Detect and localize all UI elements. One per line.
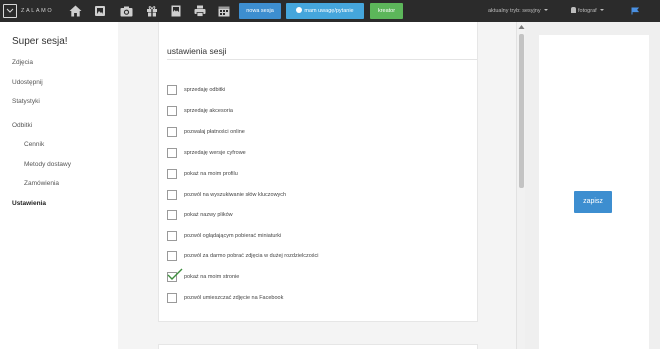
- option-label: sprzedaję odbitki: [184, 87, 226, 93]
- sidebar-item-photos[interactable]: Zdjęcia: [12, 59, 33, 66]
- caret-down-icon: [600, 9, 605, 11]
- option-label: pozwól za darmo pobrać zdjęcia w dużej r…: [184, 253, 319, 259]
- logo[interactable]: ZALAMO: [3, 4, 53, 18]
- calendar-icon[interactable]: [216, 3, 232, 19]
- logo-mark-icon: [3, 4, 17, 18]
- scrollbar[interactable]: [516, 22, 525, 349]
- checkbox[interactable]: [167, 210, 177, 220]
- option-label: pozwól oglądającym pobierać miniaturki: [184, 233, 282, 239]
- sidebar-item-statistics[interactable]: Statystyki: [12, 98, 40, 105]
- photos-icon[interactable]: [92, 3, 108, 19]
- save-button[interactable]: zapisz: [574, 191, 612, 213]
- option-sell-digital[interactable]: sprzedaję wersje cyfrowe: [167, 147, 246, 159]
- scroll-up-icon: [518, 25, 525, 29]
- checkbox[interactable]: [167, 231, 177, 241]
- sidebar: Super sesja! Zdjęcia Udostępnij Statysty…: [0, 22, 118, 349]
- divider: [167, 59, 477, 60]
- sidebar-item-orders[interactable]: Zamówienia: [24, 180, 59, 187]
- next-card: [158, 344, 478, 349]
- option-label: pokaż nazwy plików: [184, 212, 233, 218]
- checkbox[interactable]: [167, 190, 177, 200]
- option-sell-prints[interactable]: sprzedaję odbitki: [167, 84, 225, 96]
- checkbox[interactable]: [167, 106, 177, 116]
- sidebar-item-pricing[interactable]: Cennik: [24, 141, 44, 148]
- creator-button[interactable]: kreator: [370, 3, 403, 19]
- sidebar-item-share[interactable]: Udostępnij: [12, 79, 43, 86]
- guide-button[interactable]: mam uwagę/pytanie: [286, 3, 364, 19]
- guide-label: mam uwagę/pytanie: [304, 8, 354, 14]
- checkbox[interactable]: [167, 251, 177, 261]
- home-icon[interactable]: [67, 3, 83, 19]
- option-label: pozwól na wyszukiwanie słów kluczowych: [184, 192, 287, 198]
- printer-icon[interactable]: [192, 3, 208, 19]
- caret-down-icon: [544, 9, 549, 11]
- sidebar-item-prints[interactable]: Odbitki: [12, 122, 32, 129]
- checkbox-checked[interactable]: [167, 268, 183, 282]
- user-menu[interactable]: fotograf: [571, 0, 605, 22]
- option-label: pozwól umieszczać zdjęcie na Facebook: [184, 295, 284, 301]
- view-mode-dropdown[interactable]: aktualny tryb: sesyjny: [488, 0, 549, 22]
- option-facebook[interactable]: pozwól umieszczać zdjęcie na Facebook: [167, 292, 283, 304]
- option-keyword-search[interactable]: pozwól na wyszukiwanie słów kluczowych: [167, 189, 286, 201]
- checkbox[interactable]: [167, 148, 177, 158]
- option-online-payments[interactable]: pozwalaj płatności online: [167, 126, 245, 138]
- checkbox[interactable]: [167, 127, 177, 137]
- option-show-on-profile[interactable]: pokaż na moim profilu: [167, 168, 238, 180]
- new-session-button[interactable]: nowa sesja: [239, 3, 281, 19]
- option-free-hires-download[interactable]: pozwól za darmo pobrać zdjęcia w dużej r…: [167, 250, 319, 262]
- album-icon[interactable]: [168, 3, 184, 19]
- sidebar-item-settings[interactable]: Ustawienia: [12, 200, 46, 207]
- option-show-on-my-page[interactable]: pokaż na moim stronie: [167, 268, 240, 283]
- scroll-thumb[interactable]: [519, 34, 524, 188]
- top-bar: ZALAMO nowa sesja mam uwagę/pytanie krea…: [0, 0, 660, 22]
- flag-icon[interactable]: [627, 3, 643, 19]
- option-label: sprzedaję akcesoria: [184, 108, 233, 114]
- option-sell-accessories[interactable]: sprzedaję akcesoria: [167, 105, 233, 117]
- camera-icon[interactable]: [118, 3, 134, 19]
- user-icon: [571, 7, 576, 13]
- logo-text: ZALAMO: [21, 8, 54, 14]
- user-name: fotograf: [578, 8, 597, 14]
- checkbox[interactable]: [167, 169, 177, 179]
- settings-card: ustawienia sesji sprzedaję odbitki sprze…: [158, 22, 478, 322]
- settings-title: ustawienia sesji: [167, 46, 227, 56]
- checkbox[interactable]: [167, 85, 177, 95]
- session-title: Super sesja!: [12, 36, 68, 47]
- view-mode-label: aktualny tryb: sesyjny: [488, 8, 541, 14]
- option-label: pokaż na moim stronie: [184, 274, 240, 280]
- option-show-filenames[interactable]: pokaż nazwy plików: [167, 209, 233, 221]
- checkbox[interactable]: [167, 293, 177, 303]
- sidebar-item-delivery[interactable]: Metody dostawy: [24, 161, 71, 168]
- right-panel: zapisz: [539, 35, 649, 349]
- help-icon: [296, 7, 303, 13]
- option-label: pokaż na moim profilu: [184, 171, 238, 177]
- option-label: sprzedaję wersje cyfrowe: [184, 150, 246, 156]
- checkmark-icon: [167, 268, 183, 280]
- option-download-thumbnails[interactable]: pozwól oglądającym pobierać miniaturki: [167, 230, 281, 242]
- main-content: ustawienia sesji sprzedaję odbitki sprze…: [118, 22, 516, 349]
- gift-icon[interactable]: [144, 3, 160, 19]
- option-label: pozwalaj płatności online: [184, 129, 245, 135]
